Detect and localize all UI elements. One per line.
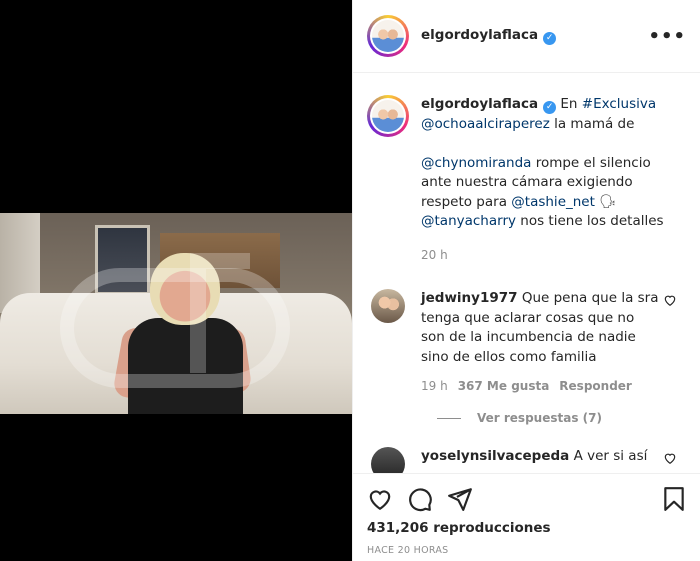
divider <box>437 417 461 419</box>
action-bar: 431,206 reproducciones HACE 20 HORAS <box>353 473 700 561</box>
view-replies-button[interactable]: Ver respuestas (7) <box>437 411 687 425</box>
header-username-text[interactable]: elgordoylaflaca <box>421 27 538 43</box>
post-side-panel: elgordoylaflaca ✓ ••• elgordoylaflaca ✓ En… <box>352 0 700 561</box>
comment-item: yoselynsilvacepeda A ver si así <box>367 447 687 473</box>
reply-button[interactable]: Responder <box>559 379 632 393</box>
caption-text: nos tiene los detalles <box>516 213 664 229</box>
avatar[interactable] <box>371 447 405 473</box>
share-icon[interactable] <box>447 486 473 512</box>
post-caption: elgordoylaflaca ✓ En #Exclusiva @ochoaalc… <box>367 95 687 265</box>
view-count[interactable]: 431,206 reproducciones <box>367 520 687 536</box>
verified-badge-icon: ✓ <box>543 32 557 45</box>
comment-time: 19 h <box>421 379 448 393</box>
more-options-icon[interactable]: ••• <box>648 26 686 47</box>
heart-icon[interactable] <box>367 486 393 512</box>
mention-link[interactable]: @ochoaalciraperez <box>421 116 550 132</box>
mention-link[interactable]: @chynomiranda <box>421 155 531 171</box>
post-timestamp[interactable]: HACE 20 HORAS <box>367 545 687 556</box>
bookmark-icon[interactable] <box>661 486 687 512</box>
view-replies-label[interactable]: Ver respuestas (7) <box>477 411 602 425</box>
heart-icon[interactable] <box>663 451 677 465</box>
avatar[interactable] <box>367 95 409 137</box>
mention-link[interactable]: @tashie_net <box>511 194 595 210</box>
heart-icon[interactable] <box>663 293 677 307</box>
comment-likes[interactable]: 367 Me gusta <box>458 379 550 393</box>
watermark-logo <box>60 268 290 388</box>
post-media <box>0 0 352 561</box>
avatar[interactable] <box>367 15 409 57</box>
comment-item: jedwiny1977 Que pena que la sra tenga qu… <box>367 289 687 367</box>
comment-username[interactable]: jedwiny1977 <box>421 290 518 306</box>
speaking-emoji: 🗣 <box>594 193 617 210</box>
comment-username[interactable]: yoselynsilvacepeda <box>421 448 569 464</box>
caption-username[interactable]: elgordoylaflaca <box>421 96 538 112</box>
comments-list[interactable]: elgordoylaflaca ✓ En #Exclusiva @ochoaalc… <box>353 73 700 473</box>
video-player[interactable] <box>0 213 352 414</box>
comment-meta: 19 h 367 Me gusta Responder <box>421 379 687 393</box>
caption-text: la mamá de <box>549 115 635 132</box>
watermark-logo <box>190 253 250 373</box>
caption-text: En <box>556 96 582 112</box>
comment-icon[interactable] <box>407 486 433 512</box>
post-header: elgordoylaflaca ✓ ••• <box>353 0 700 73</box>
verified-badge-icon: ✓ <box>543 101 557 114</box>
mention-link[interactable]: @tanyacharry <box>421 213 516 229</box>
header-username[interactable]: elgordoylaflaca ✓ <box>421 27 557 45</box>
caption-time: 20 h <box>421 247 448 262</box>
avatar[interactable] <box>371 289 405 323</box>
comment-text: A ver si así <box>573 448 648 464</box>
hashtag-link[interactable]: #Exclusiva <box>582 96 656 112</box>
